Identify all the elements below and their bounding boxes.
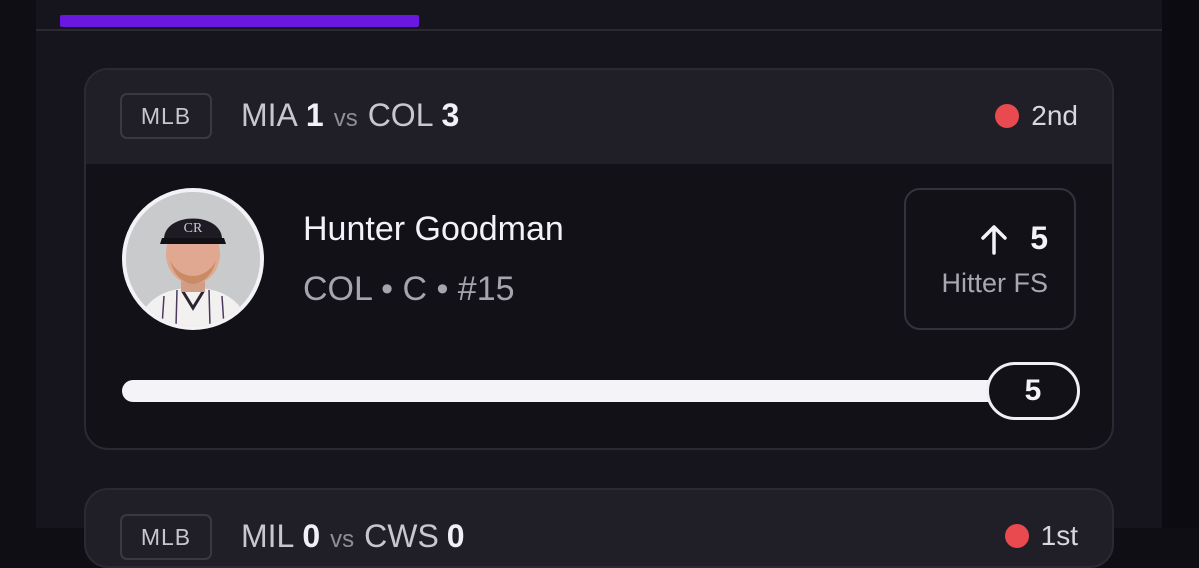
stat-label: Hitter FS	[941, 268, 1048, 298]
next-game-card[interactable]: MLB MIL 0 vs CWS 0 1st	[84, 488, 1114, 568]
inning-label: 2nd	[1031, 100, 1078, 131]
player-headshot-icon: CR	[126, 192, 260, 326]
vs-label: vs	[333, 105, 358, 132]
vs-label: vs	[330, 526, 355, 553]
away-score: 0	[302, 518, 321, 554]
stat-value-row: 5	[978, 220, 1048, 257]
away-team: MIL	[241, 518, 295, 554]
away-score: 1	[305, 97, 324, 133]
player-prop-card[interactable]: MLB MIA 1 vs COL 3 2nd CR Hunter Goodman…	[84, 68, 1114, 450]
arrow-up-icon	[981, 224, 1007, 255]
right-edge	[1162, 0, 1199, 528]
home-score: 0	[446, 518, 465, 554]
matchup: MIL 0 vs CWS 0	[241, 518, 465, 558]
game-status: 2nd	[995, 100, 1078, 132]
inning-label: 1st	[1040, 520, 1078, 551]
progress-bar	[122, 380, 1042, 402]
home-score: 3	[441, 97, 460, 133]
game-status: 1st	[1004, 520, 1078, 552]
matchup: MIA 1 vs COL 3	[241, 97, 459, 137]
home-team: COL	[367, 97, 434, 133]
stat-box[interactable]: 5 Hitter FS	[904, 188, 1076, 330]
player-name: Hunter Goodman	[303, 210, 564, 248]
player-avatar[interactable]: CR	[122, 188, 264, 330]
tab-divider	[36, 29, 1162, 31]
stat-value: 5	[1030, 220, 1048, 256]
live-indicator-icon	[995, 104, 1020, 128]
progress-value-pill: 5	[986, 362, 1080, 420]
away-team: MIA	[241, 97, 298, 133]
league-badge: MLB	[120, 93, 212, 139]
player-meta: COL • C • #15	[303, 270, 515, 308]
league-badge: MLB	[120, 514, 212, 560]
svg-text:CR: CR	[184, 221, 203, 236]
active-tab-indicator	[60, 15, 419, 27]
home-team: CWS	[364, 518, 439, 554]
game-header: MLB MIA 1 vs COL 3 2nd	[86, 70, 1112, 164]
